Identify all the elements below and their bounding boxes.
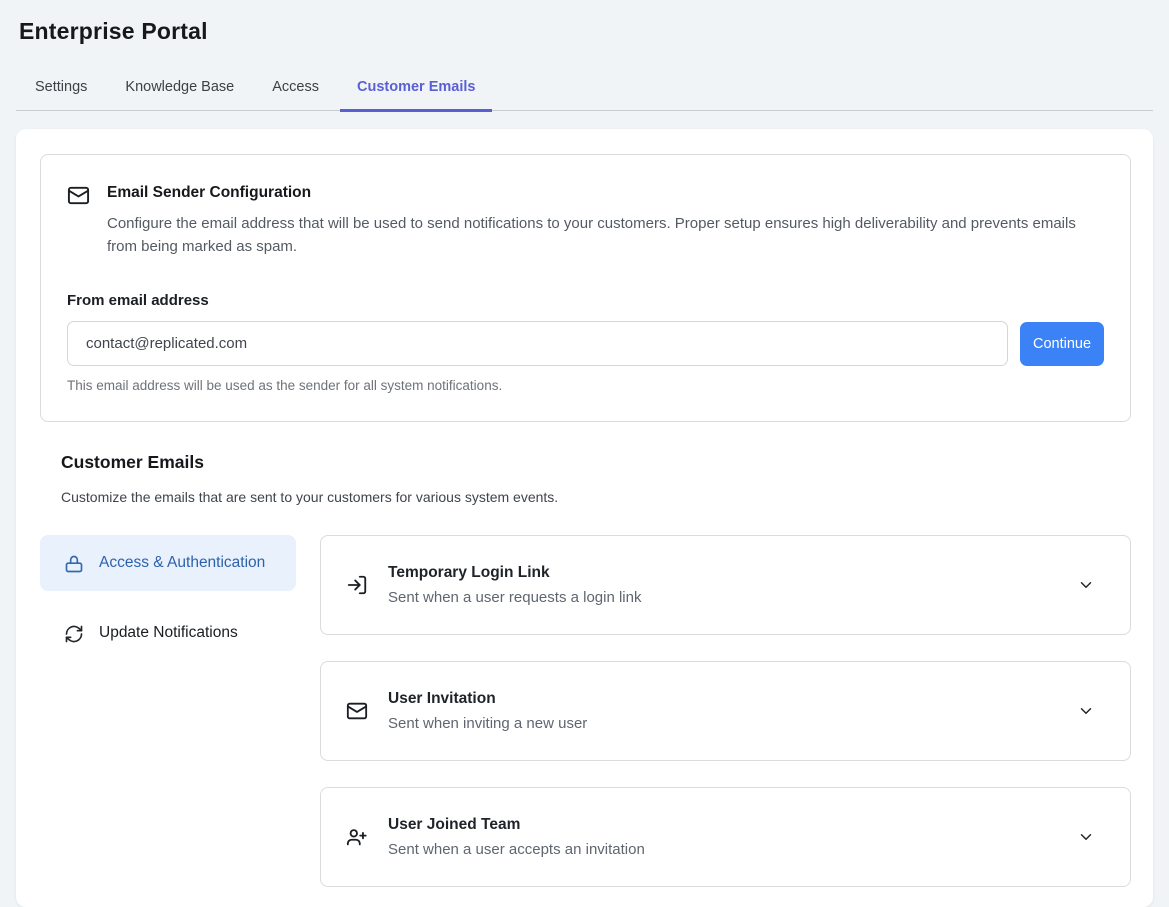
email-card-subtitle: Sent when inviting a new user — [388, 715, 1065, 732]
email-card-user-joined-team[interactable]: User Joined Team Sent when a user accept… — [320, 787, 1131, 887]
email-card-title: User Joined Team — [388, 816, 1065, 834]
lock-icon — [64, 554, 84, 574]
tab-bar: Settings Knowledge Base Access Customer … — [16, 69, 1153, 111]
email-card-subtitle: Sent when a user accepts an invitation — [388, 841, 1065, 858]
from-email-label: From email address — [67, 292, 1104, 309]
email-category-list: Access & Authentication Update Notificat… — [40, 535, 296, 887]
tab-access[interactable]: Access — [253, 69, 338, 110]
email-sender-configuration-card: Email Sender Configuration Configure the… — [40, 154, 1131, 422]
email-card-texts: Temporary Login Link Sent when a user re… — [380, 564, 1065, 606]
chevron-down-icon[interactable] — [1077, 828, 1095, 846]
email-card-title: Temporary Login Link — [388, 564, 1065, 582]
page-title: Enterprise Portal — [16, 18, 1153, 45]
category-label: Access & Authentication — [99, 551, 265, 574]
email-card-user-invitation[interactable]: User Invitation Sent when inviting a new… — [320, 661, 1131, 761]
page: Enterprise Portal Settings Knowledge Bas… — [0, 0, 1169, 907]
chevron-down-icon[interactable] — [1077, 576, 1095, 594]
mail-icon — [67, 184, 90, 207]
customer-emails-description: Customize the emails that are sent to yo… — [40, 489, 1131, 505]
refresh-icon — [64, 624, 84, 644]
mail-icon — [346, 700, 368, 722]
category-label: Update Notifications — [99, 621, 238, 644]
config-card-header: Email Sender Configuration Configure the… — [67, 183, 1104, 258]
tab-knowledge-base[interactable]: Knowledge Base — [106, 69, 253, 110]
email-input-row: Continue — [67, 321, 1104, 366]
from-email-input[interactable] — [67, 321, 1008, 366]
continue-button[interactable]: Continue — [1020, 322, 1104, 366]
email-card-texts: User Joined Team Sent when a user accept… — [380, 816, 1065, 858]
config-card-texts: Email Sender Configuration Configure the… — [107, 183, 1082, 258]
category-access-authentication[interactable]: Access & Authentication — [40, 535, 296, 590]
tab-customer-emails[interactable]: Customer Emails — [338, 69, 494, 110]
user-plus-icon — [346, 826, 368, 848]
email-card-temporary-login-link[interactable]: Temporary Login Link Sent when a user re… — [320, 535, 1131, 635]
email-helper-text: This email address will be used as the s… — [67, 378, 1104, 393]
main-panel: Email Sender Configuration Configure the… — [16, 129, 1153, 907]
email-card-subtitle: Sent when a user requests a login link — [388, 589, 1065, 606]
email-card-texts: User Invitation Sent when inviting a new… — [380, 690, 1065, 732]
login-icon — [346, 574, 368, 596]
chevron-down-icon[interactable] — [1077, 702, 1095, 720]
config-title: Email Sender Configuration — [107, 183, 1082, 204]
category-update-notifications[interactable]: Update Notifications — [40, 605, 296, 660]
customer-emails-heading: Customer Emails — [40, 452, 1131, 473]
config-description: Configure the email address that will be… — [107, 212, 1082, 259]
email-template-list: Temporary Login Link Sent when a user re… — [320, 535, 1131, 887]
customer-emails-layout: Access & Authentication Update Notificat… — [40, 535, 1131, 887]
email-card-title: User Invitation — [388, 690, 1065, 708]
tab-settings[interactable]: Settings — [16, 69, 106, 110]
